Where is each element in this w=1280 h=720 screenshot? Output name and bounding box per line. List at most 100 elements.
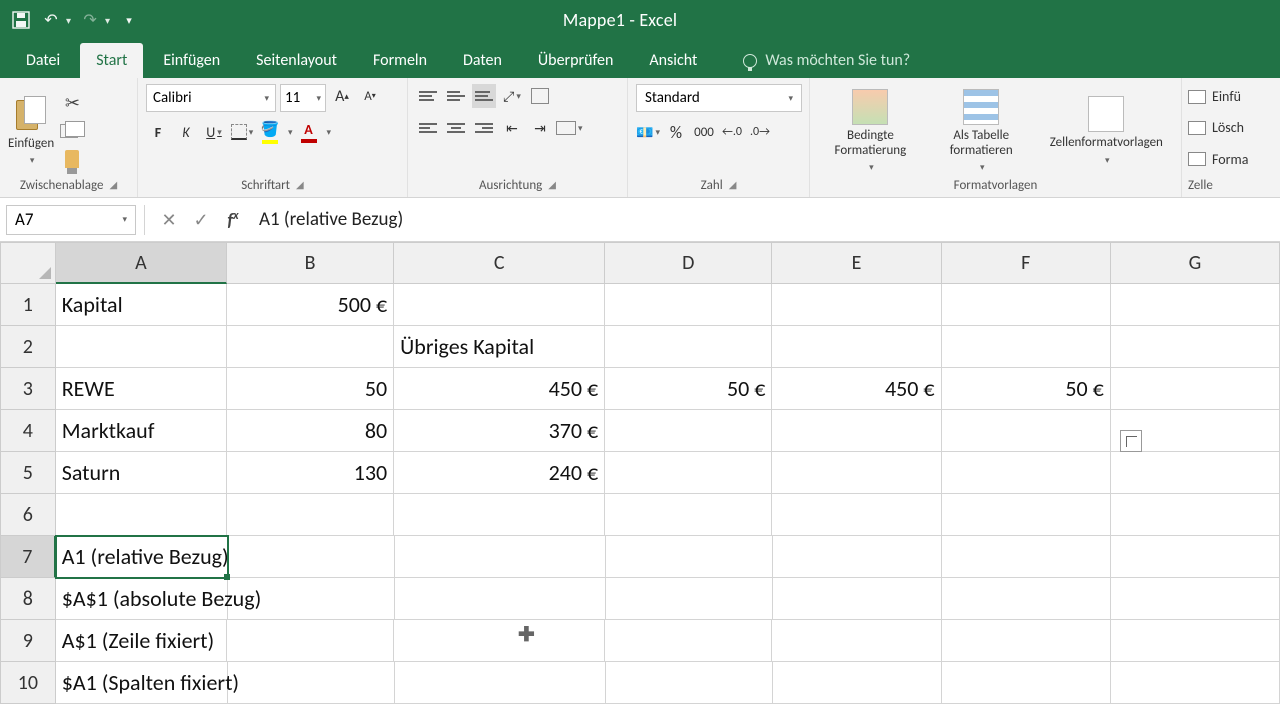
cell-D6[interactable]: [605, 494, 772, 536]
cell-G5[interactable]: [1111, 452, 1280, 494]
row-header-1[interactable]: 1: [0, 284, 56, 326]
accounting-format-button[interactable]: 💶▾: [636, 120, 660, 144]
tab-home[interactable]: Start: [80, 43, 143, 78]
cell-A4[interactable]: Marktkauf: [56, 410, 227, 452]
number-format-combo[interactable]: Standard▾: [636, 84, 802, 112]
cell-F3[interactable]: 50 €: [942, 368, 1111, 410]
align-top-button[interactable]: [416, 84, 440, 108]
increase-decimal-button[interactable]: ←.0: [720, 120, 744, 144]
cell-G3[interactable]: [1111, 368, 1280, 410]
cell-B1[interactable]: 500 €: [227, 284, 394, 326]
cell-B3[interactable]: 50: [227, 368, 394, 410]
cell-E2[interactable]: [772, 326, 941, 368]
cell-C8[interactable]: [395, 578, 606, 620]
cell-F6[interactable]: [942, 494, 1111, 536]
tab-view[interactable]: Ansicht: [633, 43, 713, 78]
cell-C1[interactable]: [394, 284, 605, 326]
customize-qat-icon[interactable]: ▾: [118, 9, 140, 31]
row-header-4[interactable]: 4: [0, 410, 56, 452]
cell-D10[interactable]: [606, 662, 773, 704]
cell-C2[interactable]: Übriges Kapital: [394, 326, 605, 368]
cell-B5[interactable]: 130: [227, 452, 394, 494]
decrease-font-button[interactable]: A▾: [358, 84, 382, 108]
cell-C6[interactable]: [394, 494, 605, 536]
font-size-combo[interactable]: 11▾: [280, 84, 326, 112]
bold-button[interactable]: F: [146, 120, 170, 144]
fill-color-dropdown-icon[interactable]: ▾: [288, 127, 293, 138]
formula-input[interactable]: A1 (relative Bezug): [249, 208, 1280, 231]
paste-button[interactable]: Einfügen ▾: [8, 96, 54, 166]
cell-G7[interactable]: [1111, 536, 1280, 578]
col-header-A[interactable]: A: [56, 242, 227, 284]
increase-font-button[interactable]: A▴: [330, 84, 354, 108]
format-as-table-button[interactable]: Als Tabelle formatieren▾: [929, 89, 1034, 173]
cell-E8[interactable]: [773, 578, 942, 620]
cell-D7[interactable]: [606, 536, 773, 578]
cell-A5[interactable]: Saturn: [56, 452, 227, 494]
cell-D8[interactable]: [606, 578, 773, 620]
borders-button[interactable]: ▾: [230, 120, 254, 144]
cell-D1[interactable]: [605, 284, 772, 326]
align-left-button[interactable]: [416, 116, 440, 140]
tell-me-search[interactable]: Was möchten Sie tun?: [727, 43, 926, 78]
cell-A1[interactable]: Kapital: [56, 284, 227, 326]
cell-B2[interactable]: [227, 326, 394, 368]
cell-B8[interactable]: [228, 578, 395, 620]
cell-E6[interactable]: [772, 494, 941, 536]
comma-format-button[interactable]: 000: [692, 120, 716, 144]
cell-E4[interactable]: [772, 410, 941, 452]
underline-button[interactable]: U▾: [202, 120, 226, 144]
enter-formula-button[interactable]: ✓: [185, 209, 217, 231]
font-launcher-icon[interactable]: ◢: [296, 178, 304, 193]
cell-A3[interactable]: REWE: [56, 368, 227, 410]
decrease-decimal-button[interactable]: .0→: [748, 120, 772, 144]
cell-B9[interactable]: [227, 620, 394, 662]
copy-button[interactable]: ▾: [60, 119, 85, 143]
format-painter-button[interactable]: [60, 147, 85, 171]
increase-indent-button[interactable]: ⇥: [528, 116, 552, 140]
col-header-E[interactable]: E: [772, 242, 941, 284]
row-header-2[interactable]: 2: [0, 326, 56, 368]
redo-icon[interactable]: ↷: [79, 9, 101, 31]
tab-insert[interactable]: Einfügen: [147, 43, 236, 78]
insert-function-button[interactable]: fx: [217, 209, 249, 231]
cell-G1[interactable]: [1111, 284, 1280, 326]
row-header-6[interactable]: 6: [0, 494, 56, 536]
undo-dropdown-icon[interactable]: ▾: [66, 14, 71, 27]
cell-B4[interactable]: 80: [227, 410, 394, 452]
cell-C9[interactable]: [394, 620, 605, 662]
name-box[interactable]: A7▾: [6, 205, 136, 235]
clipboard-launcher-icon[interactable]: ◢: [109, 178, 117, 193]
wrap-text-button[interactable]: [528, 84, 552, 108]
cell-D3[interactable]: 50 €: [605, 368, 772, 410]
cell-F7[interactable]: [942, 536, 1111, 578]
delete-cells-button[interactable]: Lösch: [1188, 115, 1248, 140]
percent-format-button[interactable]: %: [664, 120, 688, 144]
cell-G6[interactable]: [1111, 494, 1280, 536]
cell-E1[interactable]: [772, 284, 941, 326]
decrease-indent-button[interactable]: ⇤: [500, 116, 524, 140]
cell-styles-button[interactable]: Zellenformatvorlagen▾: [1040, 96, 1173, 165]
cell-B10[interactable]: [228, 662, 395, 704]
row-header-10[interactable]: 10: [0, 662, 56, 704]
cell-G2[interactable]: [1111, 326, 1280, 368]
insert-cells-button[interactable]: Einfü: [1188, 84, 1248, 109]
cell-A9[interactable]: A$1 (Zeile fixiert): [56, 620, 227, 662]
fill-color-button[interactable]: 🪣: [258, 120, 282, 144]
number-launcher-icon[interactable]: ◢: [729, 178, 737, 193]
undo-icon[interactable]: ↶: [40, 9, 62, 31]
orientation-button[interactable]: ⤢▾: [500, 84, 524, 108]
cell-G8[interactable]: [1111, 578, 1280, 620]
redo-dropdown-icon[interactable]: ▾: [105, 14, 110, 27]
autofill-options-icon[interactable]: [1120, 430, 1142, 452]
italic-button[interactable]: K: [174, 120, 198, 144]
font-color-dropdown-icon[interactable]: ▾: [327, 127, 332, 138]
align-middle-button[interactable]: [444, 84, 468, 108]
cell-E7[interactable]: [773, 536, 942, 578]
cell-D9[interactable]: [605, 620, 772, 662]
cell-A7[interactable]: A1 (relative Bezug): [56, 536, 228, 578]
col-header-C[interactable]: C: [394, 242, 605, 284]
cell-F1[interactable]: [942, 284, 1111, 326]
cell-C10[interactable]: [395, 662, 606, 704]
cell-F10[interactable]: [942, 662, 1111, 704]
